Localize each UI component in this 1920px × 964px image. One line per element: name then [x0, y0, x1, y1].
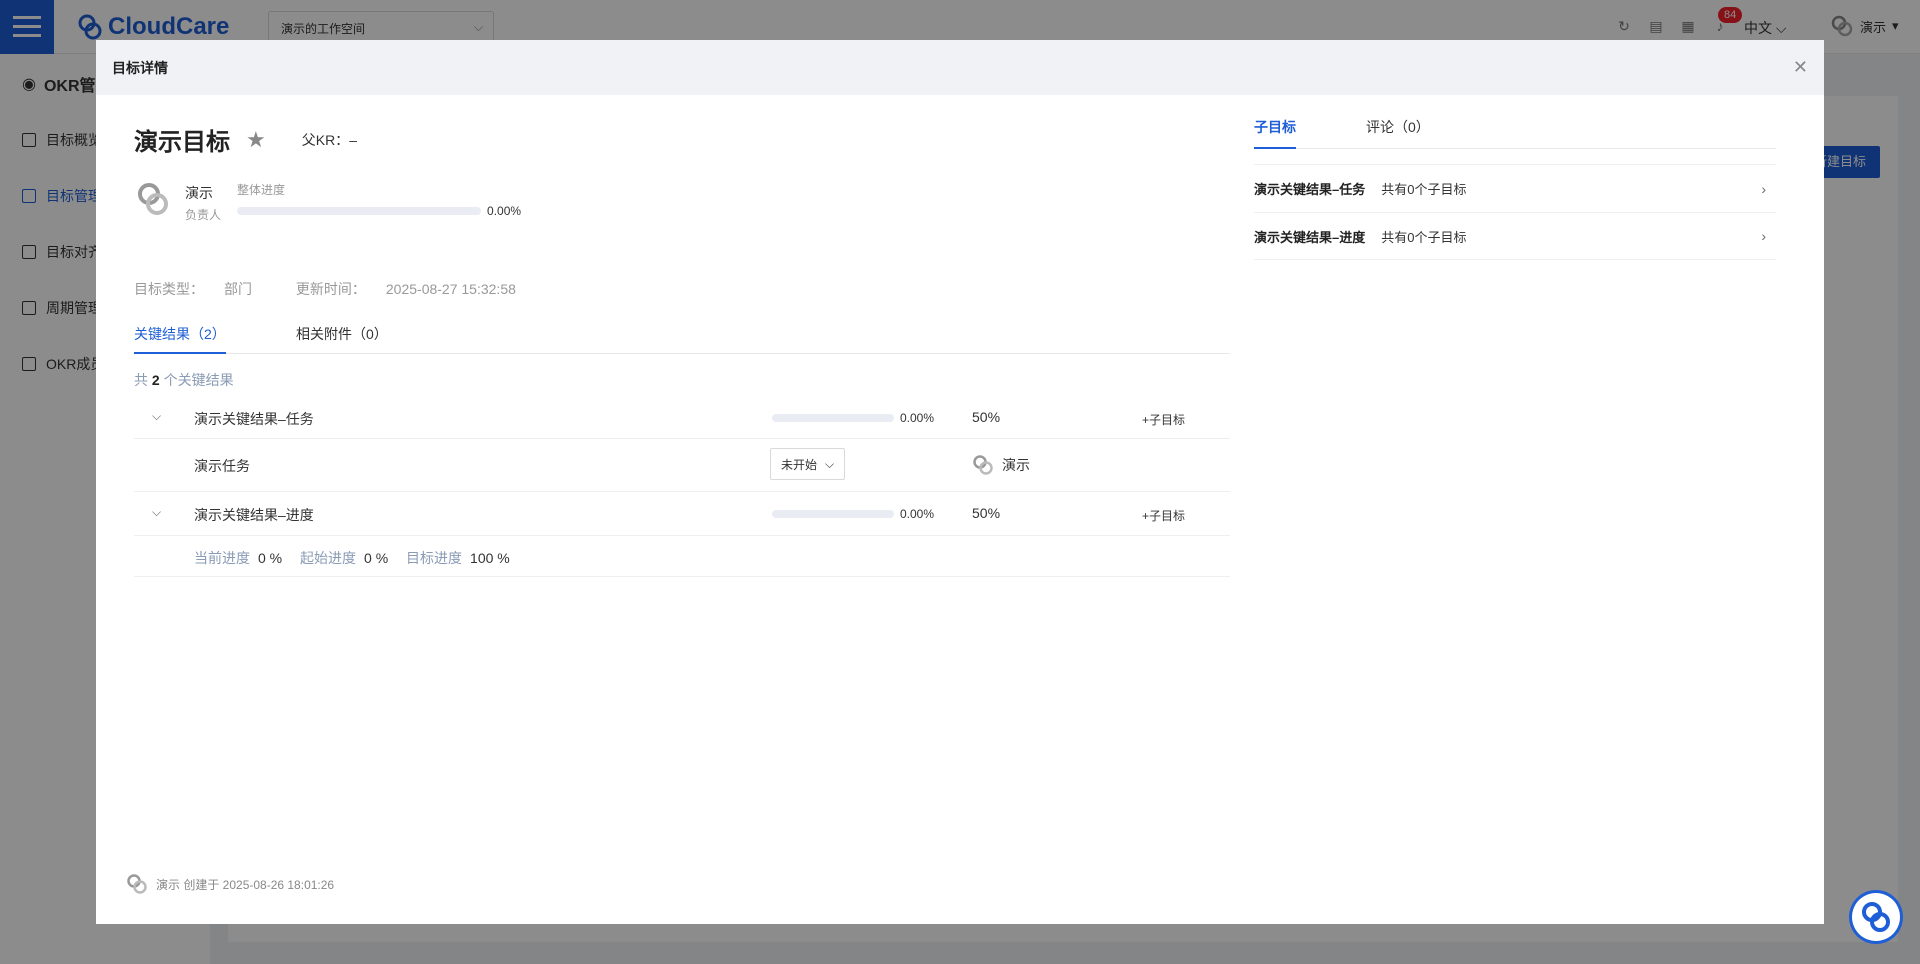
objective-updated: 更新时间： 2025-08-27 15:32:58 — [295, 281, 516, 297]
star-icon[interactable]: ★ — [246, 127, 266, 153]
sub-objective-row[interactable]: 演示关键结果–任务 共有0个子目标 › — [1254, 164, 1776, 212]
assistant-logo-icon — [1862, 902, 1890, 932]
overall-progress: 整体进度 0.00% — [237, 181, 521, 218]
task-name: 演示任务 — [194, 458, 250, 474]
sub-objective-count: 共有0个子目标 — [1381, 182, 1467, 197]
task-row: 演示任务 未开始 ⌵ 演示 — [134, 439, 1230, 492]
sub-objective-kr: 演示关键结果–任务 — [1254, 182, 1366, 197]
kr-progress-bar — [772, 414, 894, 422]
close-icon[interactable]: ✕ — [1793, 57, 1808, 78]
tab-attachments[interactable]: 相关附件（0） — [296, 324, 388, 354]
kr-progress-bar — [772, 510, 894, 518]
kr-progress-value: 0.00% — [900, 411, 935, 425]
task-status-value: 未开始 — [781, 457, 818, 472]
parent-kr: 父KR：– — [302, 130, 357, 150]
progress-label: 整体进度 — [237, 183, 286, 197]
sub-objective-row[interactable]: 演示关键结果–进度 共有0个子目标 › — [1254, 212, 1776, 260]
creator-text: 演示 创建于 2025-08-26 18:01:26 — [156, 877, 335, 892]
chevron-down-icon: ⌵ — [825, 456, 835, 471]
owner-role: 负责人 — [185, 208, 222, 222]
chevron-right-icon: › — [1761, 180, 1766, 197]
objective-title: 演示目标 — [134, 129, 230, 156]
tab-key-results[interactable]: 关键结果（2） — [134, 324, 226, 354]
objective-detail-modal: 目标详情 ✕ 演示目标 ★ 父KR：– 演示 负责人 整体进度 0.00% 目标… — [96, 40, 1824, 924]
right-tabs: 子目标 评论（0） — [1254, 117, 1776, 149]
objective-title-row: 演示目标 ★ 父KR：– — [134, 122, 357, 157]
objective-panel: 演示目标 ★ 父KR：– 演示 负责人 整体进度 0.00% 目标类型：部门 更… — [134, 95, 1230, 924]
kr-progress: 0.00% — [772, 507, 934, 521]
avatar — [138, 183, 168, 215]
task-assignee: 演示 — [972, 454, 1030, 476]
progress-value: 0.00% — [487, 204, 522, 218]
assistant-button[interactable] — [1852, 893, 1900, 941]
progress-bar — [237, 207, 482, 215]
collapse-chevron-icon[interactable]: ⌵ — [152, 409, 161, 424]
kr-progress-detail-row: 当前进度 0 % 起始进度 0 % 目标进度 100 % — [134, 536, 1230, 577]
tab-sub-objectives[interactable]: 子目标 — [1254, 117, 1296, 149]
modal-header: 目标详情 ✕ — [96, 40, 1824, 95]
sub-objective-kr: 演示关键结果–进度 — [1254, 229, 1366, 245]
sub-objective-count: 共有0个子目标 — [1381, 229, 1467, 245]
owner-row: 演示 负责人 整体进度 0.00% — [134, 180, 521, 223]
kr-name: 演示关键结果–任务 — [194, 411, 314, 427]
objective-meta: 目标类型： 部门 更新时间： 2025-08-27 15:32:58 — [134, 279, 556, 299]
avatar — [127, 874, 147, 894]
parent-kr-value: – — [349, 131, 357, 148]
avatar — [973, 455, 993, 475]
creator-info: 演示 创建于 2025-08-26 18:01:26 — [126, 873, 334, 895]
tab-comments[interactable]: 评论（0） — [1366, 117, 1430, 149]
assignee-name: 演示 — [1002, 457, 1030, 473]
kr-row[interactable]: ⌵ 演示关键结果–进度 0.00% 50% +子目标 — [134, 492, 1230, 536]
kr-progress-value: 0.00% — [900, 507, 935, 521]
kr-progress: 0.00% — [772, 411, 934, 425]
modal-title: 目标详情 — [112, 59, 168, 76]
kr-weight: 50% — [972, 409, 1001, 425]
objective-type: 目标类型： 部门 — [134, 281, 252, 297]
kr-row[interactable]: ⌵ 演示关键结果–任务 0.00% 50% +子目标 — [134, 397, 1230, 439]
detail-tabs: 关键结果（2） 相关附件（0） — [134, 324, 1230, 354]
task-status-select[interactable]: 未开始 ⌵ — [770, 448, 846, 480]
kr-count: 共 2 个关键结果 — [134, 372, 234, 388]
add-child-objective-link[interactable]: +子目标 — [1142, 507, 1185, 524]
kr-weight: 50% — [972, 505, 1001, 521]
parent-kr-label: 父KR： — [301, 131, 350, 148]
owner-name: 演示 — [185, 185, 213, 201]
kr-name: 演示关键结果–进度 — [194, 507, 314, 523]
sub-objectives-panel: 子目标 评论（0） 演示关键结果–任务 共有0个子目标 › 演示关键结果–进度 … — [1254, 95, 1786, 695]
collapse-chevron-icon[interactable]: ⌵ — [152, 505, 161, 520]
chevron-right-icon: › — [1761, 228, 1766, 244]
kr-progress-detail: 当前进度 0 % 起始进度 0 % 目标进度 100 % — [194, 550, 510, 566]
add-child-objective-link[interactable]: +子目标 — [1142, 411, 1185, 428]
owner-meta: 演示 负责人 — [185, 183, 221, 223]
